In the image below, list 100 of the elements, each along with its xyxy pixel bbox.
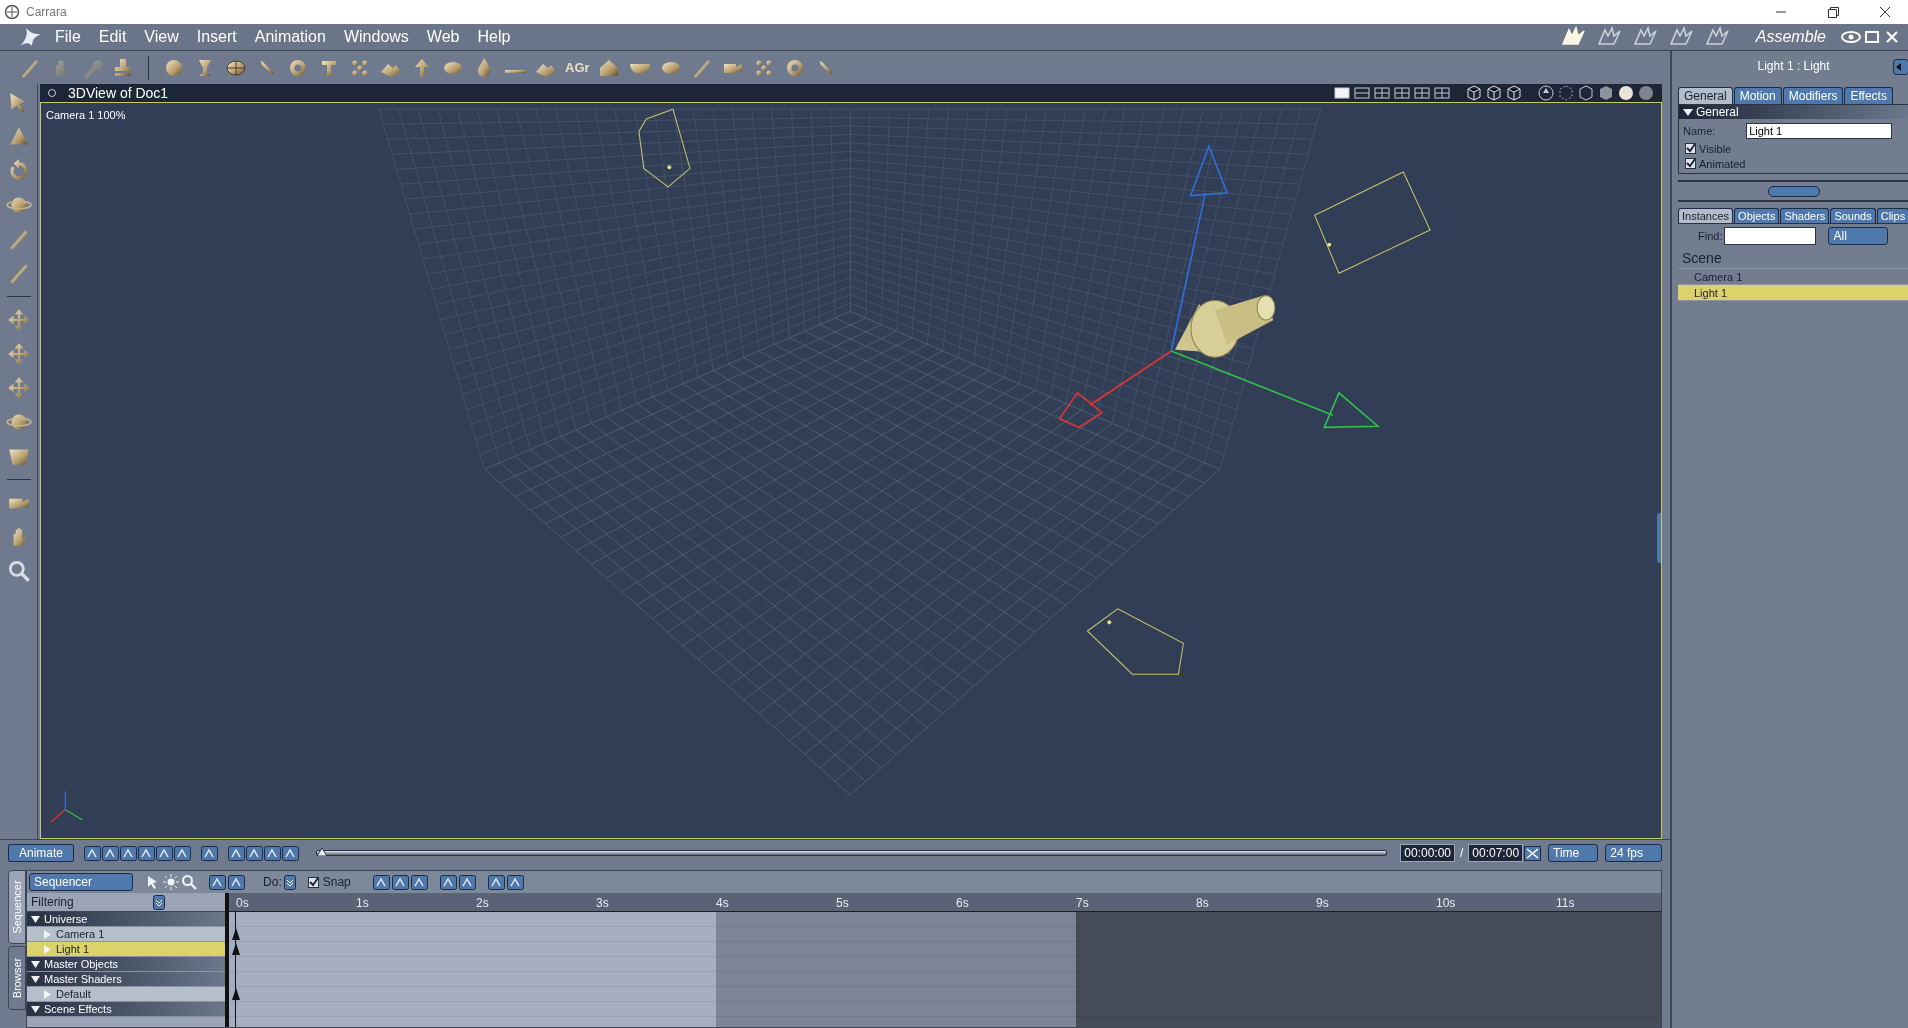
menu-item[interactable]: Web xyxy=(417,28,469,46)
time-ruler[interactable]: 0s 1s 2s 3s 4s 5s 6s 7s 8s 9s 10s 11s xyxy=(229,893,1661,912)
checkbox[interactable] xyxy=(1685,143,1696,154)
ruler-label: 9s xyxy=(1316,896,1329,910)
arrow-circle-icon[interactable] xyxy=(1538,85,1554,101)
eye-icon[interactable] xyxy=(1840,29,1862,45)
3d-viewport[interactable]: Camera 1 100% xyxy=(40,102,1662,839)
text-tool-button[interactable]: AGr xyxy=(565,60,590,75)
light-outline[interactable] xyxy=(638,108,691,188)
do-label: Do: xyxy=(263,875,282,889)
window-title: Carrara xyxy=(26,5,67,19)
tab[interactable]: Clips xyxy=(1876,208,1908,223)
checkbox[interactable] xyxy=(307,876,319,888)
ruler-label: 0s xyxy=(236,896,249,910)
tab[interactable]: Motion xyxy=(1733,87,1782,104)
mode-dropdown[interactable]: Sequencer xyxy=(29,873,134,891)
ruler-label: 10s xyxy=(1436,896,1456,910)
expanded-triangle-icon[interactable] xyxy=(31,1004,40,1014)
ruler-label: 11s xyxy=(1556,896,1575,910)
slider-thumb[interactable] xyxy=(317,848,328,856)
checkbox[interactable] xyxy=(1685,158,1696,169)
menu-item[interactable]: Help xyxy=(468,28,520,46)
app-logo-icon xyxy=(4,4,20,20)
scene-header: Scene xyxy=(1678,248,1908,269)
wire-cube-icon[interactable] xyxy=(1558,85,1574,101)
find-field[interactable] xyxy=(1724,227,1817,245)
back-arrow-button[interactable] xyxy=(1893,59,1908,75)
cube-icon[interactable] xyxy=(1486,85,1502,101)
expanded-triangle-icon[interactable] xyxy=(31,914,40,924)
axis-gizmo xyxy=(50,790,83,823)
do-dropdown[interactable] xyxy=(283,874,296,890)
menu-item[interactable]: Edit xyxy=(89,28,136,46)
tree-item[interactable]: Master Objects xyxy=(27,957,225,972)
menu-item[interactable]: Insert xyxy=(187,28,246,46)
ruler-label: 7s xyxy=(1076,896,1089,910)
tab[interactable]: Modifiers xyxy=(1782,87,1844,104)
find-label: Find: xyxy=(1698,230,1723,242)
viewport-title: 3DView of Doc1 xyxy=(68,85,169,101)
expanded-triangle-icon[interactable] xyxy=(31,959,40,969)
cube-icon[interactable] xyxy=(1578,85,1594,101)
cube-icon[interactable] xyxy=(1466,85,1482,101)
camera-label: Camera 1 100% xyxy=(46,109,126,121)
expanded-triangle-icon[interactable] xyxy=(31,974,40,984)
close-preview-button[interactable] xyxy=(1524,845,1542,861)
ruler-label: 1s xyxy=(356,896,369,910)
tab[interactable]: Instances xyxy=(1678,208,1734,223)
maximize-button[interactable] xyxy=(1862,29,1882,45)
room-label: Assemble xyxy=(1755,28,1826,46)
expanded-triangle-icon[interactable] xyxy=(1683,107,1693,117)
layout-icon[interactable] xyxy=(1354,86,1370,100)
layout-icon[interactable] xyxy=(1414,86,1430,100)
time-separator: / xyxy=(1460,846,1464,860)
layout-icon[interactable] xyxy=(1334,86,1350,100)
menu-item[interactable]: Animation xyxy=(245,28,335,46)
time-mode-dropdown[interactable]: Time xyxy=(1548,844,1599,862)
section-header[interactable]: General xyxy=(1679,105,1908,119)
filter-dropdown[interactable] xyxy=(153,894,165,910)
light-outline[interactable] xyxy=(1313,171,1431,274)
current-time-field[interactable]: 00:00:00 xyxy=(1400,844,1455,862)
menu-item[interactable]: Windows xyxy=(334,28,418,46)
layout-icon[interactable] xyxy=(1394,86,1410,100)
tab[interactable]: Sounds xyxy=(1830,208,1876,223)
cube-icon[interactable] xyxy=(1506,85,1522,101)
filter-dropdown[interactable]: All xyxy=(1828,227,1888,245)
side-tab[interactable]: Sequencer xyxy=(8,870,26,944)
ruler-label: 2s xyxy=(476,896,489,910)
light-outline[interactable] xyxy=(1086,608,1184,675)
tab[interactable]: Effects xyxy=(1844,87,1893,104)
side-tab[interactable]: Browser xyxy=(8,946,26,1010)
spotlight-drawing[interactable] xyxy=(1174,295,1276,358)
search-icon[interactable] xyxy=(181,874,198,890)
total-time-field[interactable]: 00:07:00 xyxy=(1468,844,1524,862)
tree-item[interactable]: Master Shaders xyxy=(27,972,225,987)
name-label: Name: xyxy=(1683,125,1716,137)
name-field[interactable]: Light 1 xyxy=(1746,123,1893,139)
tree-item[interactable]: Default xyxy=(27,987,225,1002)
list-item[interactable]: Light 1 xyxy=(1678,285,1908,301)
tree-item[interactable]: Light 1 xyxy=(27,942,225,957)
checkbox-label: Visible xyxy=(1699,142,1732,155)
tab[interactable]: Objects xyxy=(1734,208,1780,223)
ruler-label: 5s xyxy=(836,896,849,910)
menu-item[interactable]: File xyxy=(46,28,90,46)
ruler-label: 4s xyxy=(716,896,729,910)
animate-button[interactable]: Animate xyxy=(8,844,75,862)
menu-item[interactable]: View xyxy=(135,28,188,46)
filtering-label: Filtering xyxy=(31,895,74,909)
tree-item[interactable]: Universe xyxy=(27,912,225,927)
tab[interactable]: General xyxy=(1678,87,1733,104)
fps-dropdown[interactable]: 24 fps xyxy=(1605,844,1662,862)
move-gizmo[interactable] xyxy=(1058,143,1380,429)
sphere-icon[interactable] xyxy=(1618,85,1634,101)
splitter-handle[interactable] xyxy=(1767,185,1820,197)
properties-title: Light 1 : Light xyxy=(1757,59,1830,73)
snap-label: Snap xyxy=(322,875,351,889)
tab[interactable]: Shaders xyxy=(1780,208,1830,223)
tree-item[interactable]: Camera 1 xyxy=(27,927,225,942)
tree-item[interactable]: Scene Effects xyxy=(27,1002,225,1017)
checkbox-label: Animated xyxy=(1699,157,1746,170)
layout-icon[interactable] xyxy=(1374,86,1390,100)
layout-icon[interactable] xyxy=(1434,86,1450,100)
